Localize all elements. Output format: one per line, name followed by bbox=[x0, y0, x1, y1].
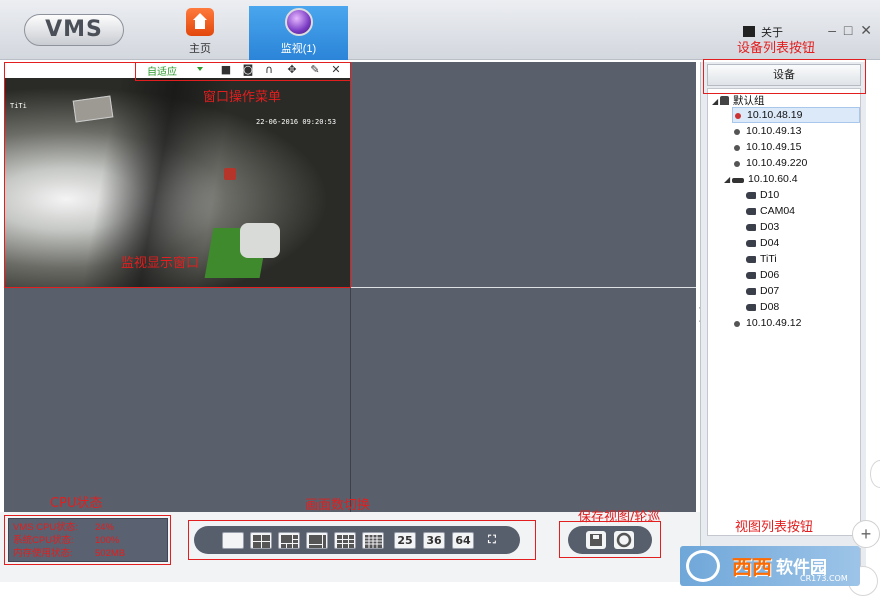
annotation-layout: 画面数切换 bbox=[305, 498, 371, 513]
annotation-cpu: CPU状态 bbox=[50, 496, 103, 511]
tree-node-label: D10 bbox=[760, 189, 780, 201]
camera-icon bbox=[746, 224, 756, 231]
annotation-box-device-list bbox=[703, 59, 866, 94]
tree-node-label: D08 bbox=[760, 301, 780, 313]
tree-device[interactable]: 10.10.49.220 bbox=[732, 155, 807, 171]
tree-node-label: 10.10.49.13 bbox=[746, 125, 802, 137]
tree-camera[interactable]: D03 bbox=[746, 219, 779, 235]
app-logo: VMS bbox=[24, 14, 124, 46]
nvr-icon bbox=[732, 178, 744, 183]
tree-node-label: 10.10.48.19 bbox=[747, 109, 803, 121]
annotation-save: 保存视图/轮巡 bbox=[578, 510, 661, 525]
camera-icon bbox=[746, 256, 756, 263]
annotation-device-list: 设备列表按钮 bbox=[737, 41, 816, 56]
tree-node-label: D04 bbox=[760, 237, 780, 249]
annotation-box-layout bbox=[188, 520, 536, 560]
tree-node-label: 10.10.60.4 bbox=[748, 173, 798, 185]
tree-camera[interactable]: D10 bbox=[746, 187, 779, 203]
tree-node-label: D03 bbox=[760, 221, 780, 233]
shirt-icon bbox=[743, 26, 755, 37]
tree-camera[interactable]: D08 bbox=[746, 299, 779, 315]
annotation-box-menu bbox=[135, 62, 351, 81]
side-circle bbox=[870, 460, 880, 488]
tree-node-label: D07 bbox=[760, 285, 780, 297]
camera-icon bbox=[746, 192, 756, 199]
tree-node-label: 10.10.49.15 bbox=[746, 141, 802, 153]
group-icon bbox=[720, 96, 729, 105]
annotation-display-window: 监视显示窗口 bbox=[121, 256, 200, 271]
tab-monitor[interactable]: 监视(1) bbox=[249, 6, 348, 60]
camera-icon bbox=[746, 240, 756, 247]
add-button[interactable]: + bbox=[852, 520, 880, 548]
tree-device[interactable]: 10.10.49.15 bbox=[732, 139, 801, 155]
tree-node-label: 10.10.49.12 bbox=[746, 317, 802, 329]
tree-device[interactable]: 10.10.48.19 bbox=[732, 107, 860, 123]
tree-camera[interactable]: D06 bbox=[746, 267, 779, 283]
home-icon bbox=[186, 8, 214, 36]
window-controls: – □ ✕ bbox=[828, 22, 872, 39]
tree-device[interactable]: 10.10.49.12 bbox=[732, 315, 801, 331]
tree-camera[interactable]: D04 bbox=[746, 235, 779, 251]
tree-node-label: CAM04 bbox=[760, 205, 796, 217]
annotation-window-menu: 窗口操作菜单 bbox=[203, 90, 282, 105]
watermark-emblem bbox=[686, 550, 720, 582]
close-window-button[interactable]: ✕ bbox=[860, 22, 872, 38]
minimize-button[interactable]: – bbox=[828, 22, 836, 38]
expand-icon[interactable]: ◢ bbox=[712, 94, 720, 110]
device-panel: 设备 ◢ 默认组 10.10.48.19 10.10.49.13 10.10.49… bbox=[700, 62, 866, 582]
tree-node-label: D06 bbox=[760, 269, 780, 281]
watermark-logo: 西西 软件园 CR173.COM bbox=[680, 546, 860, 586]
tree-nvr[interactable]: ◢ 10.10.60.4 bbox=[724, 171, 798, 187]
camera-icon bbox=[746, 288, 756, 295]
tree-node-label: 10.10.49.220 bbox=[746, 157, 808, 169]
tree-node-label: 默认组 bbox=[733, 95, 765, 107]
tree-camera[interactable]: TiTi bbox=[746, 251, 777, 267]
device-icon bbox=[734, 161, 740, 167]
video-pane-2[interactable] bbox=[351, 62, 696, 287]
device-icon bbox=[734, 129, 740, 135]
camera-icon bbox=[746, 304, 756, 311]
maximize-button[interactable]: □ bbox=[844, 22, 852, 38]
device-tree: ◢ 默认组 10.10.48.19 10.10.49.13 10.10.49.15… bbox=[707, 88, 861, 536]
tree-device[interactable]: 10.10.49.13 bbox=[732, 123, 801, 139]
tree-camera[interactable]: D07 bbox=[746, 283, 779, 299]
camera-icon bbox=[746, 272, 756, 279]
tab-monitor-label: 监视(1) bbox=[280, 43, 317, 55]
annotation-box-cpu bbox=[4, 515, 171, 565]
annotation-view-list: 视图列表按钮 bbox=[735, 520, 814, 535]
device-icon bbox=[734, 145, 740, 151]
camera-lens-icon bbox=[284, 8, 313, 36]
video-pane-3[interactable] bbox=[4, 288, 350, 512]
video-pane-4[interactable] bbox=[351, 288, 696, 512]
tab-home-label: 主页 bbox=[189, 43, 211, 55]
device-icon bbox=[734, 321, 740, 327]
camera-icon bbox=[746, 208, 756, 215]
tree-camera[interactable]: CAM04 bbox=[746, 203, 795, 219]
expand-icon[interactable]: ◢ bbox=[724, 172, 732, 188]
watermark-text: 西西 bbox=[732, 555, 772, 579]
watermark-url: CR173.COM bbox=[800, 574, 848, 583]
tree-node-label: TiTi bbox=[760, 253, 777, 265]
annotation-box-save bbox=[559, 521, 661, 558]
device-icon bbox=[735, 113, 741, 119]
tab-home[interactable]: 主页 bbox=[150, 6, 250, 60]
